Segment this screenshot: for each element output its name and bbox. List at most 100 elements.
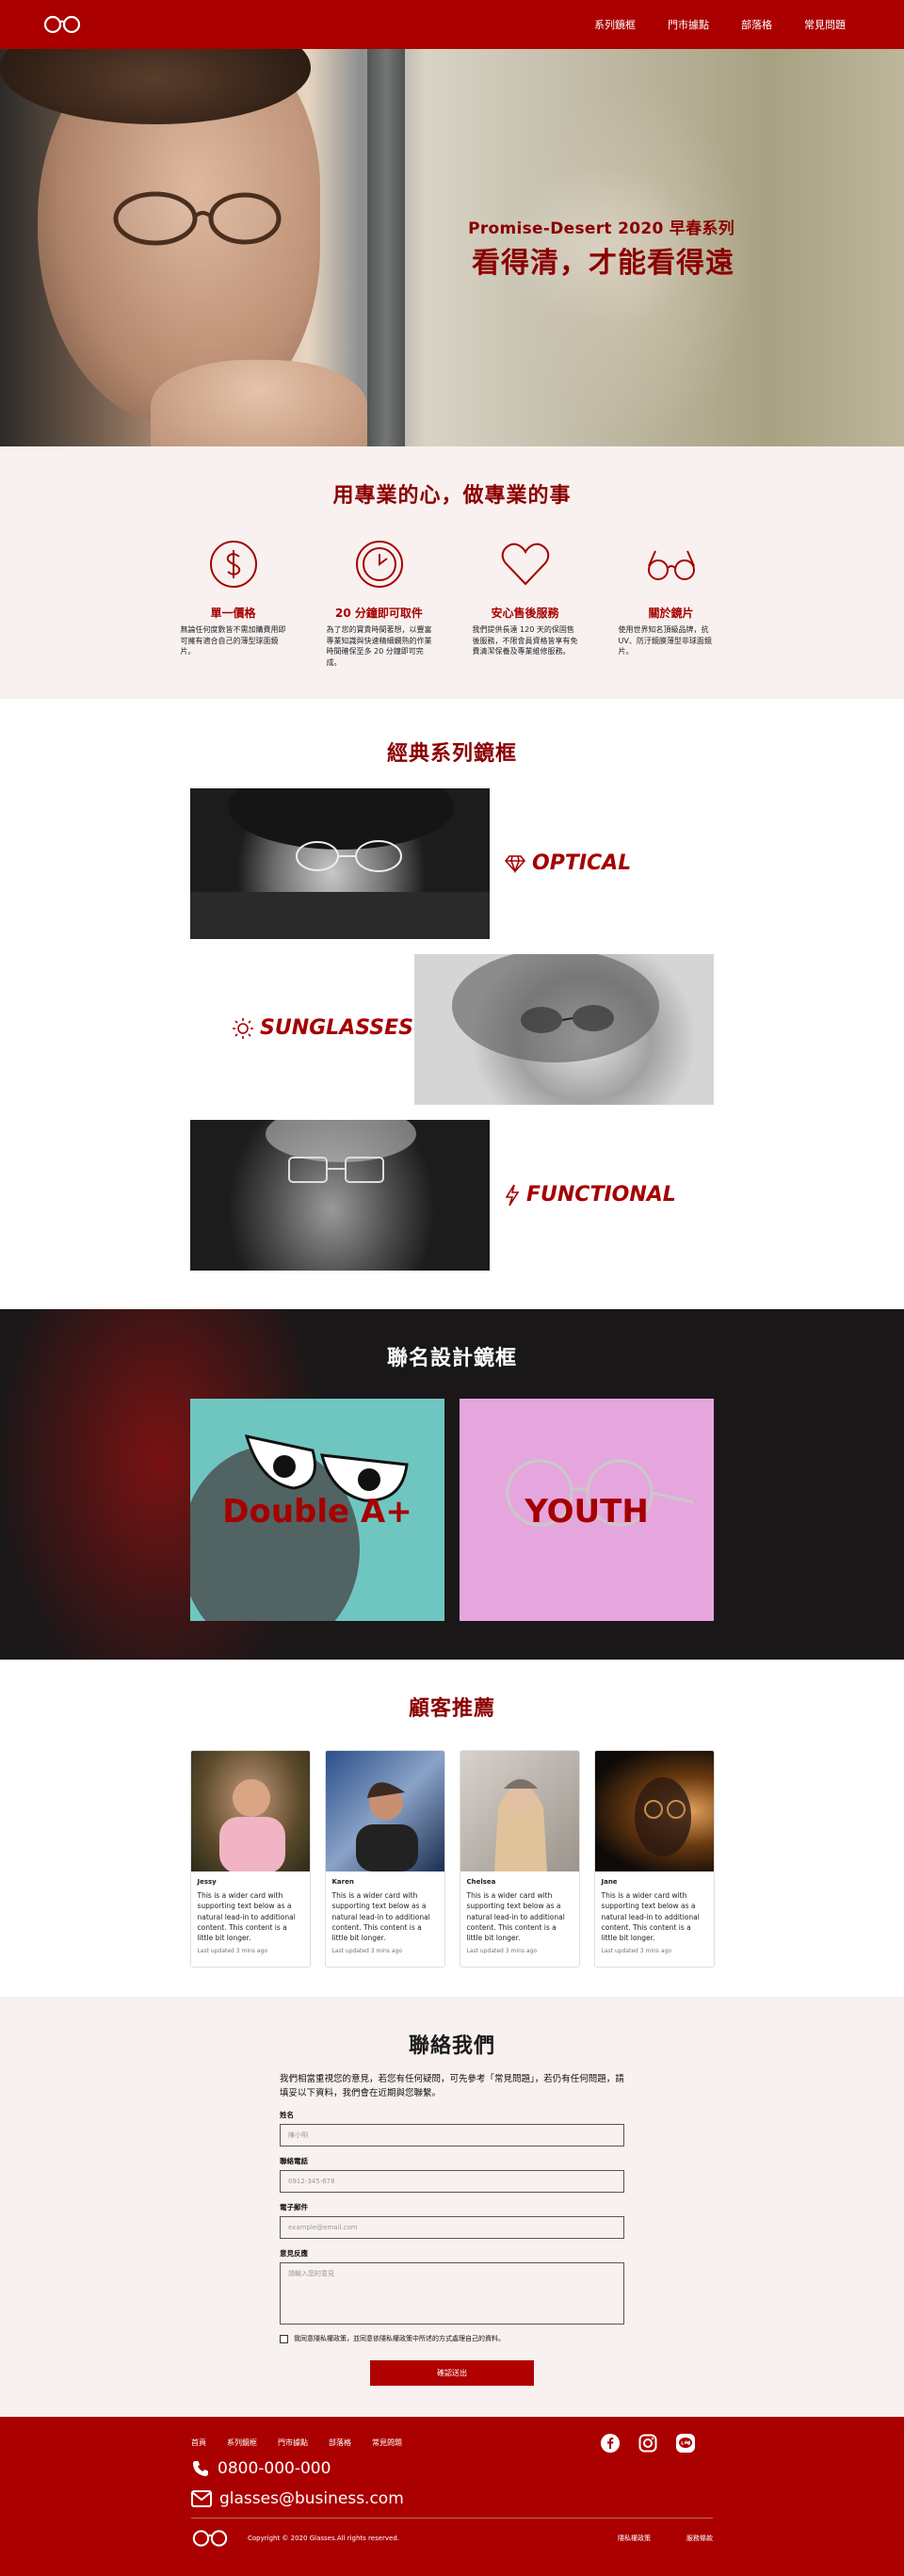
hero-banner: Promise-Desert 2020 早春系列 看得清，才能看得遠 <box>0 49 904 446</box>
testimonials-section: 顧客推薦 Jessy This is a wider card with sup… <box>0 1660 904 1997</box>
footer: 首頁 系列鏡框 門市據點 部落格 常見問題 0800-000-000 glass… <box>0 2417 904 2576</box>
collab-card-double-a[interactable]: Double A+ <box>190 1399 444 1621</box>
optical-label[interactable]: OPTICAL <box>504 851 631 875</box>
functional-label[interactable]: FUNCTIONAL <box>504 1183 676 1207</box>
footer-phone[interactable]: 0800-000-000 <box>191 2459 713 2478</box>
feature-item: 20 分鐘即可取件 為了您的寶貴時間著想，以豐富專業知識與快速精細嫻熟的作業時間… <box>327 537 432 668</box>
phone-input[interactable]: 0912-345-678 <box>280 2170 624 2194</box>
lightning-icon <box>505 1184 520 1206</box>
footer-divider <box>191 2518 713 2519</box>
feature-title: 關於鏡片 <box>648 607 694 620</box>
testimonial-card[interactable]: Chelsea This is a wider card with suppor… <box>459 1750 580 1968</box>
feature-item: 關於鏡片 使用世界知名頂級品牌，抗 UV、防汙鏡膜薄型非球面鏡片。 <box>619 537 724 668</box>
footer-bottom: Copyright © 2020 Glasses.All rights rese… <box>191 2528 713 2549</box>
submit-button[interactable]: 確認送出 <box>370 2360 534 2387</box>
instagram-icon[interactable] <box>638 2434 657 2453</box>
testimonial-time: Last updated 3 mins ago <box>601 1948 672 1955</box>
classic-title: 經典系列鏡框 <box>386 742 517 766</box>
customer-name: Jane <box>601 1878 618 1886</box>
privacy-consent: 我同意隱私權政策，並同意依隱私權政策中所述的方式處理自己的資料。 <box>280 2334 624 2343</box>
testimonial-time: Last updated 3 mins ago <box>197 1948 268 1955</box>
testimonial-text: This is a wider card with supporting tex… <box>197 1891 296 1942</box>
nav-link-blog[interactable]: 部落格 <box>725 17 788 32</box>
testimonial-card[interactable]: Jane This is a wider card with supportin… <box>593 1750 715 1968</box>
features-list: 單一價格 無論任何度數皆不需加購費用即可擁有適合自己的薄型球面鏡片。 20 分鐘… <box>0 537 904 668</box>
footer-link-faq[interactable]: 常見問題 <box>372 2438 402 2448</box>
hero-subtitle: Promise-Desert 2020 早春系列 <box>468 219 734 238</box>
copyright: Copyright © 2020 Glasses.All rights rese… <box>248 2535 400 2542</box>
phone-label: 聯絡電話 <box>280 2157 308 2166</box>
feature-item: 單一價格 無論任何度數皆不需加購費用即可擁有適合自己的薄型球面鏡片。 <box>181 537 286 668</box>
testimonial-time: Last updated 3 mins ago <box>466 1948 538 1955</box>
collab-card-youth[interactable]: YOUTH <box>460 1399 714 1621</box>
footer-link-frames[interactable]: 系列鏡框 <box>227 2438 257 2448</box>
footer-phone-text: 0800-000-000 <box>218 2459 331 2478</box>
testimonial-card[interactable]: Karen This is a wider card with supporti… <box>324 1750 445 1968</box>
footer-link-home[interactable]: 首頁 <box>191 2438 206 2448</box>
feature-desc: 我們提供長達 120 天的保固售後服務，不限會員資格皆享有免費清潔保養及專業維修… <box>472 625 578 656</box>
nav-link-frames[interactable]: 系列鏡框 <box>578 17 652 32</box>
top-navbar: 系列鏡框 門市據點 部落格 常見問題 <box>0 0 904 49</box>
feature-desc: 使用世界知名頂級品牌，抗 UV、防汙鏡膜薄型非球面鏡片。 <box>618 625 712 656</box>
footer-link-stores[interactable]: 門市據點 <box>278 2438 308 2448</box>
testimonial-text: This is a wider card with supporting tex… <box>466 1891 565 1942</box>
heart-icon <box>473 537 578 591</box>
dollar-icon <box>181 537 286 591</box>
social-links <box>601 2434 695 2453</box>
nav-link-faq[interactable]: 常見問題 <box>788 17 862 32</box>
classic-frames-section: 經典系列鏡框 OPTICAL SUNGLASSES FUNCTIONAL <box>0 699 904 1309</box>
hero-title: 看得清，才能看得遠 <box>472 247 734 280</box>
facebook-icon[interactable] <box>601 2434 620 2453</box>
customer-name: Karen <box>331 1878 354 1886</box>
line-icon[interactable] <box>676 2434 695 2453</box>
nav-link-stores[interactable]: 門市據點 <box>652 17 725 32</box>
feature-title: 20 分鐘即可取件 <box>335 607 423 620</box>
feedback-textarea[interactable]: 請輸入您的意見 <box>280 2262 624 2325</box>
contact-form: 我們相當重視您的意見，若您有任何疑問，可先參考「常見問題」，若仍有任何問題，請填… <box>280 2072 624 2387</box>
phone-icon <box>193 2461 208 2476</box>
customer-name: Chelsea <box>466 1878 496 1886</box>
glasses-icon <box>619 537 724 591</box>
testimonial-text: This is a wider card with supporting tex… <box>601 1891 700 1942</box>
customer-name: Jessy <box>197 1878 217 1886</box>
optical-text: OPTICAL <box>532 851 632 875</box>
footer-link-blog[interactable]: 部落格 <box>329 2438 351 2448</box>
testimonial-time: Last updated 3 mins ago <box>331 1948 403 1955</box>
feature-item: 安心售後服務 我們提供長達 120 天的保固售後服務，不限會員資格皆享有免費清潔… <box>473 537 578 668</box>
contact-title: 聯絡我們 <box>408 2034 495 2058</box>
testimonial-text: This is a wider card with supporting tex… <box>331 1891 430 1942</box>
email-label: 電子郵件 <box>280 2203 308 2212</box>
sunglasses-photo[interactable] <box>414 954 714 1105</box>
feature-desc: 無論任何度數皆不需加購費用即可擁有適合自己的薄型球面鏡片。 <box>180 625 286 656</box>
name-input[interactable]: 陳小明 <box>280 2124 624 2147</box>
functional-photo[interactable] <box>190 1120 490 1271</box>
customer-photo-karen <box>325 1751 444 1871</box>
hero-hand <box>151 360 367 446</box>
footer-email[interactable]: glasses@business.com <box>191 2489 713 2508</box>
glasses-logo-icon[interactable] <box>191 2528 229 2549</box>
email-input[interactable]: example@email.com <box>280 2216 624 2240</box>
sunglasses-label[interactable]: SUNGLASSES <box>232 1016 413 1040</box>
features-title: 用專業的心，做專業的事 <box>332 484 572 508</box>
feedback-label: 意見反應 <box>280 2249 308 2259</box>
terms-link[interactable]: 服務條款 <box>686 2534 713 2543</box>
footer-email-text: glasses@business.com <box>219 2489 404 2508</box>
nav-links: 系列鏡框 門市據點 部落格 常見問題 <box>578 17 862 32</box>
clock-icon <box>327 537 432 591</box>
glasses-logo-icon[interactable] <box>42 14 82 35</box>
testimonials-title: 顧客推薦 <box>408 1697 495 1721</box>
functional-text: FUNCTIONAL <box>526 1183 676 1207</box>
privacy-checkbox[interactable] <box>280 2334 288 2343</box>
customer-photo-jane <box>594 1751 714 1871</box>
feature-title: 安心售後服務 <box>491 607 559 620</box>
sunglasses-text: SUNGLASSES <box>260 1016 414 1040</box>
collab-youth-text: YOUTH <box>525 1493 649 1531</box>
collab-section: 聯名設計鏡框 Double A+ YOUTH <box>0 1309 904 1660</box>
customer-photo-chelsea <box>460 1751 579 1871</box>
customer-photo-jessy <box>190 1751 310 1871</box>
optical-photo[interactable] <box>190 788 490 939</box>
testimonial-list: Jessy This is a wider card with supporti… <box>0 1750 904 1968</box>
testimonial-card[interactable]: Jessy This is a wider card with supporti… <box>189 1750 311 1968</box>
name-label: 姓名 <box>280 2111 294 2120</box>
privacy-policy-link[interactable]: 隱私權政策 <box>618 2534 651 2543</box>
